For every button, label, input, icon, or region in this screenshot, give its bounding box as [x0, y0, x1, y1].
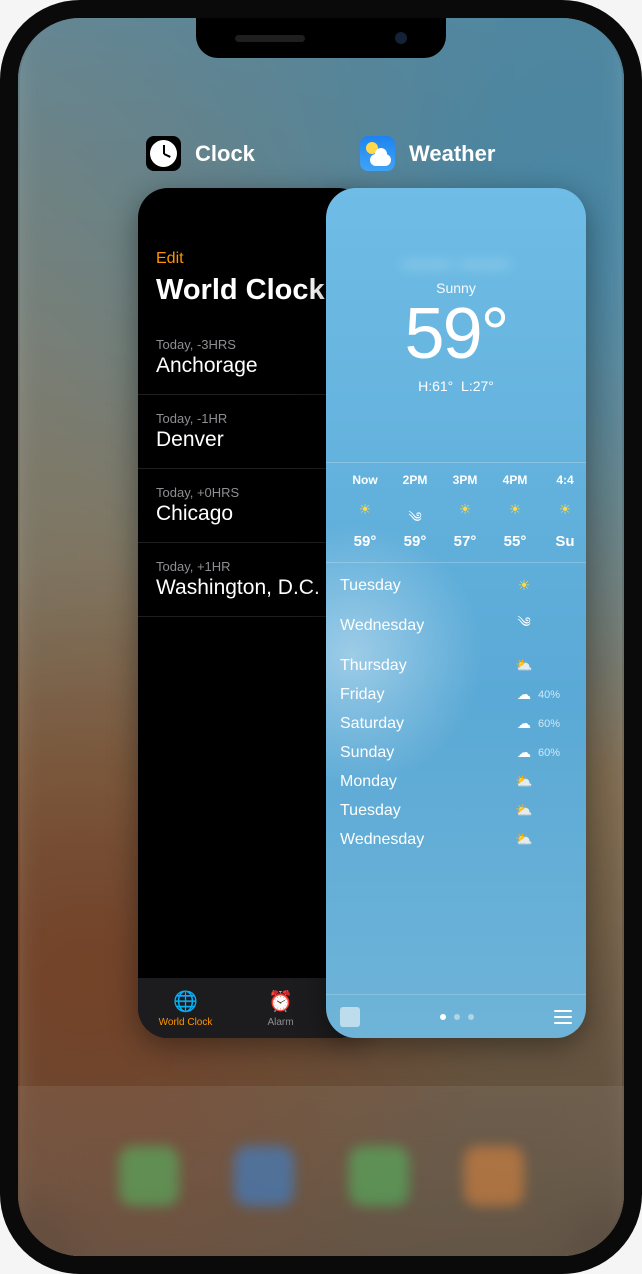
alarm-icon: ⏰	[268, 989, 293, 1014]
sun-icon	[490, 501, 540, 519]
weather-app-icon	[360, 136, 395, 171]
hour-cell: 4:4 Su	[540, 473, 586, 550]
weather-footer	[326, 994, 586, 1038]
daily-row: Saturday 60%	[340, 709, 572, 738]
hour-cell: 2PM 59°	[390, 473, 440, 550]
hour-time: 2PM	[390, 473, 440, 487]
tab-label: World Clock	[159, 1017, 213, 1028]
locations-list-button[interactable]	[554, 1010, 572, 1024]
sun-icon	[510, 577, 538, 594]
tab-world-clock[interactable]: 🌐 World Clock	[138, 978, 233, 1038]
notch	[196, 18, 446, 58]
cloud-icon	[510, 715, 538, 732]
day-name: Friday	[340, 686, 510, 704]
day-name: Wednesday	[340, 831, 510, 849]
day-name: Sunday	[340, 744, 510, 762]
app-card-weather[interactable]: —— —— Sunny 59° H:61° L:27° Now 59° 2PM	[326, 188, 586, 1038]
weather-channel-icon[interactable]	[340, 1007, 360, 1027]
sun-icon	[340, 501, 390, 519]
daily-row: Wednesday	[340, 600, 572, 651]
precip-chance: 40%	[538, 689, 572, 701]
day-name: Thursday	[340, 657, 510, 675]
pcloud-icon	[510, 802, 538, 819]
dot-icon	[468, 1014, 474, 1020]
hour-temp: Su	[540, 533, 586, 550]
hour-cell: Now 59°	[340, 473, 390, 550]
day-name: Wednesday	[340, 617, 510, 635]
location-name: —— ——	[326, 250, 586, 278]
hour-time: 4PM	[490, 473, 540, 487]
hour-temp: 59°	[340, 533, 390, 550]
hour-time: 4:4	[540, 473, 586, 487]
pcloud-icon	[510, 657, 538, 674]
dot-icon	[454, 1014, 460, 1020]
hour-time: Now	[340, 473, 390, 487]
daily-row: Monday	[340, 767, 572, 796]
switcher-header-clock[interactable]: Clock	[146, 136, 255, 171]
switcher-label-weather: Weather	[409, 141, 495, 167]
hour-temp: 57°	[440, 533, 490, 550]
hourly-forecast[interactable]: Now 59° 2PM 59° 3PM 57°	[326, 462, 586, 563]
high-temp: H:61°	[418, 378, 453, 394]
daily-row: Sunday 60%	[340, 738, 572, 767]
current-temp: 59°	[326, 298, 586, 370]
sun-icon	[540, 501, 586, 519]
daily-row: Tuesday	[340, 571, 572, 600]
pcloud-icon	[510, 773, 538, 790]
app-switcher[interactable]: Clock Weather Edit World Clock Today, -3…	[18, 18, 624, 1256]
pcloud-icon	[510, 831, 538, 848]
daily-row: Tuesday	[340, 796, 572, 825]
day-name: Saturday	[340, 715, 510, 733]
hour-time: 3PM	[440, 473, 490, 487]
page-dots[interactable]	[440, 1014, 474, 1020]
wind-icon	[390, 501, 440, 519]
dot-icon	[440, 1014, 446, 1020]
earpiece	[235, 35, 305, 42]
screen: Clock Weather Edit World Clock Today, -3…	[18, 18, 624, 1256]
switcher-label-clock: Clock	[195, 141, 255, 167]
daily-forecast[interactable]: Tuesday Wednesday Thursday Friday 40% Saturda…	[326, 563, 586, 854]
front-camera	[395, 32, 407, 44]
daily-row: Friday 40%	[340, 680, 572, 709]
cloud-icon	[510, 744, 538, 761]
globe-icon: 🌐	[173, 989, 198, 1014]
hour-cell: 4PM 55°	[490, 473, 540, 550]
high-low: H:61° L:27°	[326, 378, 586, 394]
precip-chance: 60%	[538, 718, 572, 730]
switcher-header-weather[interactable]: Weather	[360, 136, 495, 171]
hour-temp: 55°	[490, 533, 540, 550]
precip-chance: 60%	[538, 747, 572, 759]
tab-alarm[interactable]: ⏰ Alarm	[233, 978, 328, 1038]
condition-label: Sunny	[326, 280, 586, 296]
weather-summary: —— —— Sunny 59° H:61° L:27°	[326, 188, 586, 394]
clock-app-icon	[146, 136, 181, 171]
day-name: Tuesday	[340, 802, 510, 820]
hour-temp: 59°	[390, 533, 440, 550]
daily-row: Thursday	[340, 651, 572, 680]
iphone-frame: Clock Weather Edit World Clock Today, -3…	[0, 0, 642, 1274]
low-temp: L:27°	[461, 378, 494, 394]
day-name: Tuesday	[340, 577, 510, 595]
tab-label: Alarm	[267, 1017, 293, 1028]
sun-icon	[440, 501, 490, 519]
cloud-icon	[510, 686, 538, 703]
wind-icon	[510, 606, 538, 646]
hour-cell: 3PM 57°	[440, 473, 490, 550]
day-name: Monday	[340, 773, 510, 791]
daily-row: Wednesday	[340, 825, 572, 854]
